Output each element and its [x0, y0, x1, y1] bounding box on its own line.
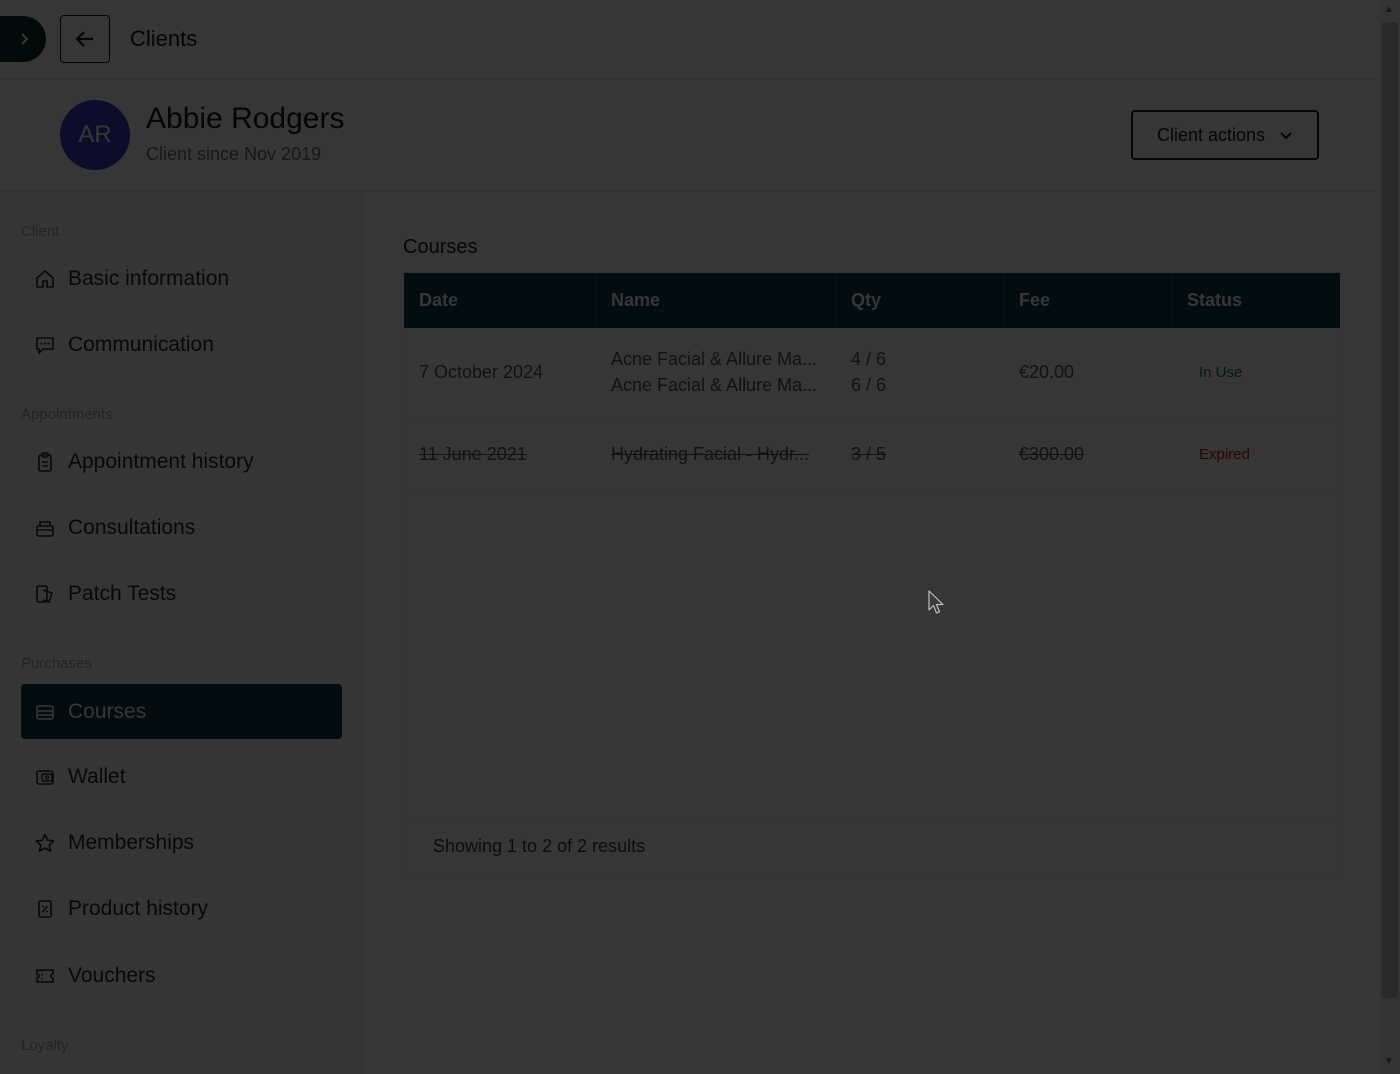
column-header-name[interactable]: Name: [596, 273, 836, 328]
home-icon: [34, 268, 56, 290]
arrow-left-icon: [75, 31, 93, 47]
sidebar-item-label: Wallet: [68, 764, 126, 788]
client-since: Client since Nov 2019: [146, 144, 322, 164]
course-fee: €300.00: [1019, 444, 1085, 464]
column-header-qty[interactable]: Qty: [836, 273, 1004, 328]
sidebar-item-courses[interactable]: Courses: [21, 684, 342, 739]
table-header: Date Name Qty Fee Status: [404, 273, 1340, 328]
chevron-right-icon: [21, 33, 29, 45]
stack-icon: [34, 701, 56, 723]
star-icon: [34, 832, 56, 854]
back-button[interactable]: [60, 15, 110, 63]
client-header: AR Abbie Rodgers Client since Nov 2019 C…: [0, 80, 1380, 192]
column-header-date[interactable]: Date: [404, 273, 596, 328]
sidebar-item-product-history[interactable]: Product history: [21, 881, 342, 936]
course-qty: 3 / 5: [851, 444, 887, 464]
folder-icon: [34, 517, 56, 539]
client-name: Abbie Rodgers: [146, 102, 345, 135]
page-title: Clients: [130, 26, 198, 51]
section-label-loyalty: Loyalty: [21, 1037, 69, 1054]
sidebar-item-vouchers[interactable]: Vouchers: [21, 948, 342, 1003]
client-actions-label: Client actions: [1156, 124, 1266, 145]
course-qty: 6 / 6: [851, 375, 887, 395]
table-row[interactable]: 7 October 2024 Acne Facial & Allure Ma..…: [404, 328, 1340, 418]
course-date: 11 June 2021: [419, 444, 527, 464]
course-name: Hydrating Facial - Hydr...: [611, 444, 810, 464]
scrollbar-thumb[interactable]: [1382, 22, 1398, 998]
sidebar-item-label: Product history: [68, 896, 209, 920]
sidebar-item-label: Consultations: [68, 515, 196, 539]
course-qty: 4 / 6: [851, 349, 887, 369]
expand-sidebar-button[interactable]: [0, 16, 46, 62]
section-label-client: Client: [21, 223, 60, 240]
column-header-status[interactable]: Status: [1172, 273, 1340, 328]
avatar: AR: [60, 100, 130, 170]
section-label-purchases: Purchases: [21, 655, 92, 672]
section-label-appointments: Appointments: [21, 406, 113, 423]
courses-heading: Courses: [403, 236, 478, 258]
status-badge: Expired: [1199, 446, 1250, 463]
sidebar-item-wallet[interactable]: Wallet: [21, 749, 342, 804]
client-actions-button[interactable]: Client actions: [1131, 110, 1319, 160]
status-badge: In Use: [1199, 364, 1243, 381]
sidebar-item-consultations[interactable]: Consultations: [21, 500, 342, 555]
receipt-icon: [34, 898, 56, 920]
courses-table: Date Name Qty Fee Status 7 October 2024 …: [403, 272, 1340, 874]
table-row[interactable]: 11 June 2021 Hydrating Facial - Hydr... …: [404, 418, 1340, 492]
wallet-icon: [34, 766, 56, 788]
flask-icon: [34, 583, 56, 605]
results-count: Showing 1 to 2 of 2 results: [433, 836, 646, 856]
main-content: Courses Date Name Qty Fee Status 7 Octob…: [363, 192, 1380, 1074]
sidebar-item-communication[interactable]: Communication: [21, 317, 342, 372]
scroll-up-icon[interactable]: ▲: [1384, 4, 1394, 15]
scroll-down-icon[interactable]: ▼: [1384, 1056, 1394, 1067]
pagination-summary: Showing 1 to 2 of 2 results: [403, 817, 1339, 875]
sidebar-item-label: Communication: [68, 332, 214, 356]
sidebar: Client Basic information Communication A…: [0, 192, 363, 1074]
course-fee: €20.00: [1019, 362, 1075, 382]
sidebar-item-label: Courses: [68, 699, 147, 723]
top-bar: Clients: [0, 0, 1380, 80]
chat-icon: [34, 334, 56, 356]
sidebar-item-label: Patch Tests: [68, 581, 177, 605]
course-name: Acne Facial & Allure Ma...: [611, 349, 818, 369]
sidebar-item-label: Memberships: [68, 830, 195, 854]
sidebar-item-label: Appointment history: [68, 449, 254, 473]
sidebar-item-patch-tests[interactable]: Patch Tests: [21, 566, 342, 621]
sidebar-item-label: Basic information: [68, 266, 230, 290]
clipboard-icon: [34, 451, 56, 473]
chevron-down-icon: [1280, 132, 1292, 140]
course-name: Acne Facial & Allure Ma...: [611, 375, 818, 395]
mouse-cursor-icon: [928, 590, 944, 614]
ticket-icon: [34, 965, 56, 987]
sidebar-item-basic-information[interactable]: Basic information: [21, 251, 342, 306]
sidebar-item-label: Vouchers: [68, 963, 156, 987]
column-header-fee[interactable]: Fee: [1004, 273, 1172, 328]
sidebar-item-memberships[interactable]: Memberships: [21, 815, 342, 870]
sidebar-item-appointment-history[interactable]: Appointment history: [21, 434, 342, 489]
course-date: 7 October 2024: [419, 362, 544, 382]
